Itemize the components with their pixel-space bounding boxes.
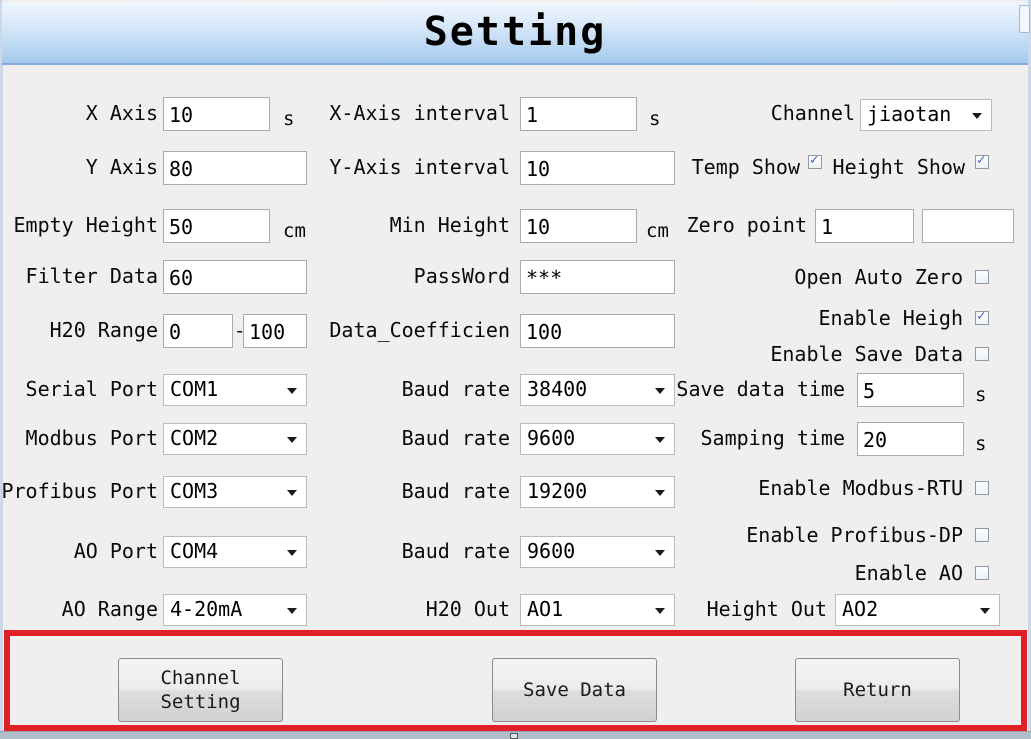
chevron-down-icon [287,388,297,394]
x-interval-label: X-Axis interval [320,101,510,125]
serial-baud-label: Baud rate [320,377,510,401]
enable-ao-label: Enable AO [600,561,963,585]
ao-port-dropdown[interactable]: COM4 [163,536,307,568]
page-title: Setting [424,9,607,55]
filter-data-input[interactable] [163,260,307,294]
height-show-label: Height Show [820,155,965,179]
save-data-time-unit: s [975,384,986,406]
enable-ao-checkbox[interactable] [975,566,989,580]
height-out-value: AO2 [842,597,878,621]
profibus-baud-label: Baud rate [320,479,510,503]
empty-height-unit: cm [283,220,306,242]
enable-heigh-label: Enable Heigh [600,306,963,330]
serial-port-value: COM1 [170,377,218,401]
save-data-time-input[interactable] [857,373,964,407]
channel-setting-button-line1: Channel [160,666,240,690]
h20-out-label: H20 Out [320,597,510,621]
save-data-button-label: Save Data [523,678,626,702]
serial-port-dropdown[interactable]: COM1 [163,374,307,406]
x-axis-input[interactable] [163,97,270,131]
height-out-dropdown[interactable]: AO2 [835,594,1000,626]
enable-profibus-dp-label: Enable Profibus-DP [600,523,963,547]
chevron-down-icon [287,437,297,443]
bottom-strip-mark [510,733,518,739]
modbus-port-label: Modbus Port [0,426,158,450]
save-data-button[interactable]: Save Data [492,658,657,722]
h20-range-to-input[interactable] [243,314,307,348]
setting-window: Setting X Axis s X-Axis interval s Chann… [0,0,1031,739]
x-interval-input[interactable] [520,97,637,131]
zero-point-label: Zero point [650,213,807,237]
open-auto-zero-checkbox[interactable] [975,270,989,284]
enable-modbus-rtu-checkbox[interactable] [975,481,989,495]
window-corner-notch [1019,5,1030,33]
ao-baud-value: 9600 [527,539,575,563]
profibus-baud-value: 19200 [527,479,587,503]
y-axis-input[interactable] [163,151,307,185]
x-axis-label: X Axis [0,101,158,125]
modbus-port-value: COM2 [170,426,218,450]
temp-show-label: Temp Show [630,155,800,179]
ao-port-label: AO Port [0,539,158,563]
chevron-down-icon [287,608,297,614]
channel-label: Channel [700,101,855,125]
h20-range-label: H20 Range [0,318,158,342]
return-button-label: Return [843,678,912,702]
return-button[interactable]: Return [795,658,960,722]
channel-setting-button[interactable]: Channel Setting [118,658,283,722]
empty-height-input[interactable] [163,209,270,243]
enable-heigh-checkbox[interactable] [975,311,989,325]
channel-dropdown[interactable]: jiaotan [860,99,992,131]
min-height-input[interactable] [520,209,637,243]
channel-value: jiaotan [867,102,951,126]
ao-range-label: AO Range [0,597,158,621]
password-label: PassWord [320,264,510,288]
enable-save-data-label: Enable Save Data [600,342,963,366]
enable-modbus-rtu-label: Enable Modbus-RTU [600,476,963,500]
height-show-checkbox[interactable] [975,155,989,169]
profibus-port-label: Profibus Port [0,479,158,503]
profibus-port-dropdown[interactable]: COM3 [163,476,307,508]
h20-range-from-input[interactable] [163,314,233,348]
profibus-port-value: COM3 [170,479,218,503]
h20-out-value: AO1 [527,597,563,621]
ao-port-value: COM4 [170,539,218,563]
samping-time-input[interactable] [857,422,964,456]
title-bar: Setting [2,2,1028,65]
chevron-down-icon [980,608,990,614]
filter-data-label: Filter Data [0,264,158,288]
chevron-down-icon [287,490,297,496]
save-data-time-label: Save data time [650,377,845,401]
x-interval-unit: s [649,108,660,130]
enable-save-data-checkbox[interactable] [975,347,989,361]
min-height-label: Min Height [320,213,510,237]
channel-setting-button-line2: Setting [160,690,240,714]
serial-baud-value: 38400 [527,377,587,401]
chevron-down-icon [655,550,665,556]
open-auto-zero-label: Open Auto Zero [600,265,963,289]
modbus-baud-label: Baud rate [320,426,510,450]
modbus-baud-value: 9600 [527,426,575,450]
data-coefficien-label: Data_Coefficien [320,318,510,342]
y-interval-label: Y-Axis interval [320,155,510,179]
serial-port-label: Serial Port [0,377,158,401]
ao-range-value: 4-20mA [170,597,242,621]
samping-time-unit: s [975,433,986,455]
samping-time-label: Samping time [650,426,845,450]
chevron-down-icon [972,113,982,119]
height-out-label: Height Out [650,597,827,621]
enable-profibus-dp-checkbox[interactable] [975,528,989,542]
modbus-port-dropdown[interactable]: COM2 [163,423,307,455]
empty-height-label: Empty Height [0,213,158,237]
chevron-down-icon [287,550,297,556]
y-axis-label: Y Axis [0,155,158,179]
x-axis-unit: s [283,108,294,130]
ao-baud-label: Baud rate [320,539,510,563]
zero-point-input[interactable] [815,209,914,243]
zero-point-input-2[interactable] [922,209,1014,243]
ao-range-dropdown[interactable]: 4-20mA [163,594,307,626]
